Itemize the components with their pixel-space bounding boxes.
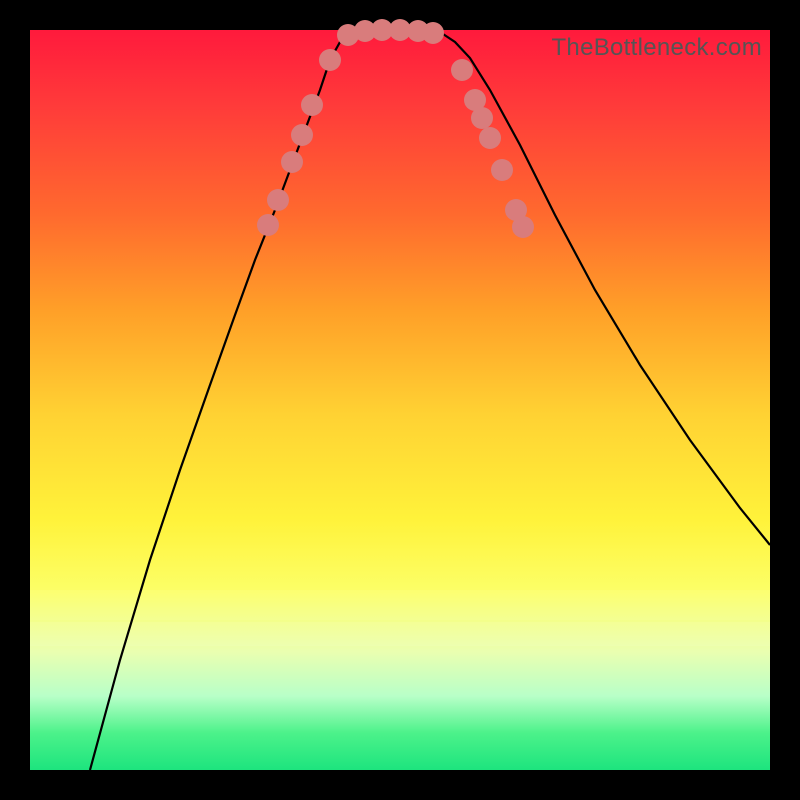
plot-area: TheBottleneck.com: [30, 30, 770, 770]
data-point: [291, 124, 313, 146]
data-point: [257, 214, 279, 236]
data-point: [319, 49, 341, 71]
data-markers: [257, 19, 534, 238]
data-point: [267, 189, 289, 211]
data-point: [512, 216, 534, 238]
data-point: [301, 94, 323, 116]
data-point: [471, 107, 493, 129]
data-point: [479, 127, 501, 149]
data-point: [281, 151, 303, 173]
data-point: [422, 22, 444, 44]
chart-frame: TheBottleneck.com: [0, 0, 800, 800]
chart-svg: [30, 30, 770, 770]
data-point: [451, 59, 473, 81]
bottleneck-curve: [90, 30, 770, 770]
data-point: [491, 159, 513, 181]
